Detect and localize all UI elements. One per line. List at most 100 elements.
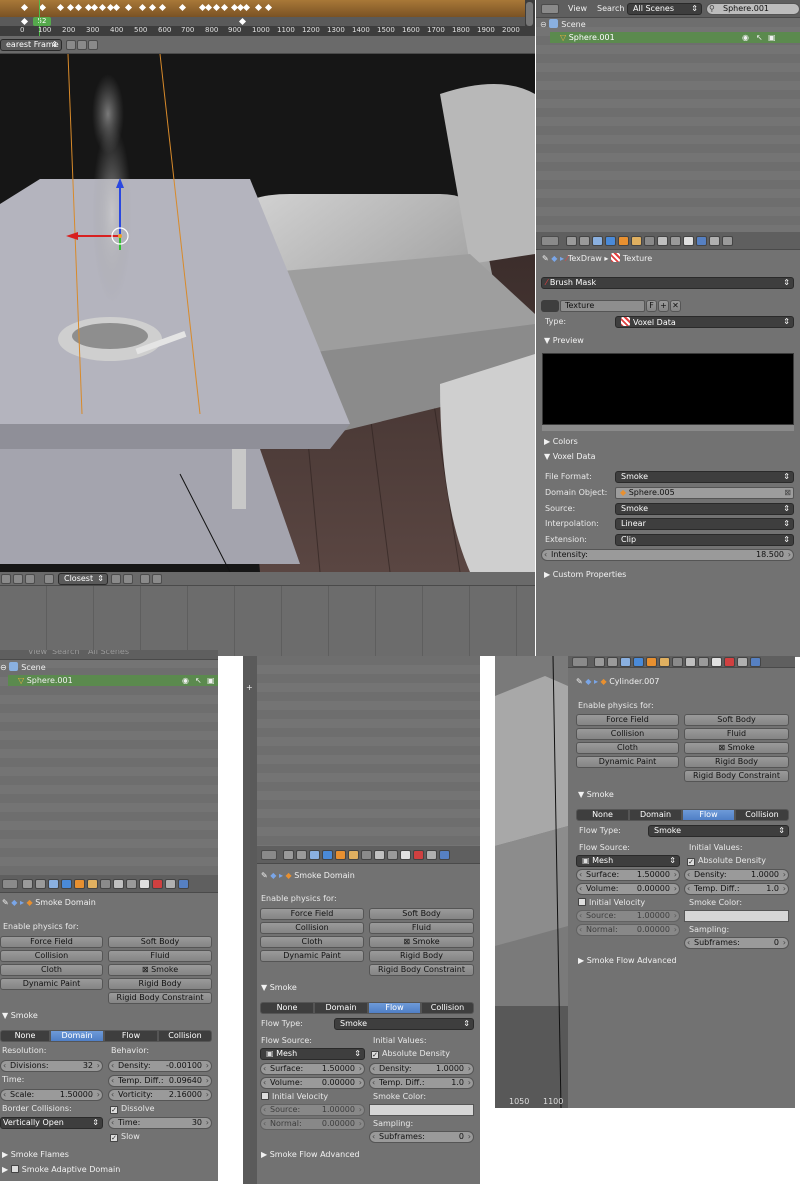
pivot-icon[interactable]	[44, 574, 54, 584]
texture-icon[interactable]	[413, 850, 424, 860]
timeline-scrollbar[interactable]	[526, 2, 533, 26]
cloth-button[interactable]: Cloth	[0, 964, 103, 976]
smoke-color-swatch[interactable]	[369, 1104, 474, 1116]
keyframe-icon[interactable]	[66, 40, 76, 50]
smoke-section-header[interactable]: ▼ Smoke	[2, 1010, 38, 1022]
render-icon[interactable]	[22, 879, 33, 889]
tree-scene-small[interactable]: ⊖ Scene	[0, 662, 46, 674]
type-dropdown[interactable]: Voxel Data ⇕	[615, 316, 794, 328]
preview-resize-handle[interactable]	[542, 425, 794, 431]
decrement-arrow[interactable]: ‹	[579, 884, 582, 894]
render-icon[interactable]	[566, 236, 577, 246]
flow-source-dropdown[interactable]: ▣ Mesh ⇕	[260, 1048, 365, 1060]
tree-row-selected[interactable]: ▽ Sphere.001 ◉ ↖ ▣	[550, 32, 800, 43]
texture-icon[interactable]	[152, 879, 163, 889]
material-icon[interactable]	[126, 879, 137, 889]
keyframe-diamond[interactable]	[178, 3, 187, 12]
data-icon[interactable]	[374, 850, 385, 860]
editor-type-icon[interactable]	[541, 236, 559, 246]
texture-icon[interactable]	[724, 657, 735, 667]
rigid-body-button[interactable]: Rigid Body	[108, 978, 212, 990]
constraint-icon[interactable]	[631, 236, 642, 246]
smoke-flow-advanced-header[interactable]: ▶ Smoke Flow Advanced	[261, 1149, 360, 1161]
increment-arrow[interactable]: ›	[359, 1078, 362, 1088]
cloth-button[interactable]: Cloth	[260, 936, 364, 948]
constraint-icon[interactable]	[348, 850, 359, 860]
editor-type-icon[interactable]	[261, 850, 277, 860]
decrement-arrow[interactable]: ‹	[3, 1061, 6, 1071]
voxel-section-header[interactable]: ▼ Voxel Data	[544, 451, 595, 463]
tab-flow[interactable]: Flow	[104, 1030, 158, 1042]
density-field[interactable]: ‹ Density: 1.0000 ›	[684, 869, 789, 881]
physics-icon[interactable]	[165, 879, 176, 889]
eye-icon[interactable]: ◉	[182, 675, 189, 686]
dynamic-paint-button[interactable]: Dynamic Paint	[260, 950, 364, 962]
source-dropdown[interactable]: Smoke ⇕	[615, 503, 794, 515]
surface-field[interactable]: ‹ Surface: 1.50000 ›	[576, 869, 680, 881]
decrement-arrow[interactable]: ‹	[263, 1064, 266, 1074]
editor-type-icon[interactable]	[2, 879, 18, 889]
smoke-flames-header[interactable]: ▶ Smoke Flames	[2, 1149, 69, 1161]
decrement-arrow[interactable]: ‹	[3, 1090, 6, 1100]
snap-icon[interactable]	[111, 574, 121, 584]
keyframe-diamond[interactable]	[20, 3, 29, 12]
render-icon[interactable]	[140, 574, 150, 584]
decrement-arrow[interactable]: ‹	[372, 1132, 375, 1142]
force-field-button[interactable]: Force Field	[576, 714, 679, 726]
pin-icon[interactable]: ✎	[261, 871, 270, 880]
decrement-arrow[interactable]: ‹	[111, 1090, 114, 1100]
keyframe-diamond[interactable]	[90, 3, 99, 12]
editor-type-icon[interactable]	[572, 657, 588, 667]
snap-mode-dropdown[interactable]: earest Frame ⇕	[0, 39, 62, 51]
time-field[interactable]: ‹ Time: 30 ›	[108, 1117, 212, 1129]
smoke-adaptive-header[interactable]: ▶ Smoke Adaptive Domain	[2, 1164, 120, 1176]
rigid-body-constraint-button[interactable]: Rigid Body Constraint	[108, 992, 212, 1004]
increment-arrow[interactable]: ›	[468, 1132, 471, 1142]
fluid-button[interactable]: Fluid	[108, 950, 212, 962]
keyframe-diamond[interactable]	[38, 3, 47, 12]
decrement-arrow[interactable]: ‹	[372, 1064, 375, 1074]
physics-active-icon[interactable]	[722, 236, 733, 246]
initial-velocity-checkbox[interactable]: Initial Velocity	[261, 1091, 328, 1103]
intensity-field[interactable]: ‹ Intensity: 18.500 ›	[541, 549, 794, 561]
dynamic-paint-button[interactable]: Dynamic Paint	[576, 756, 679, 768]
tab-flow[interactable]: Flow	[682, 809, 735, 821]
clear-icon[interactable]: ⊠	[784, 488, 791, 498]
brush-mask-dropdown[interactable]: ⁄ Brush Mask ⇕	[541, 277, 794, 289]
decrement-arrow[interactable]: ‹	[687, 884, 690, 894]
shading-dropdown[interactable]: Closest ⇕	[58, 573, 108, 585]
surface-field[interactable]: ‹ Surface: 1.50000 ›	[260, 1063, 365, 1075]
object-icon[interactable]	[335, 850, 346, 860]
absolute-density-checkbox[interactable]: ✓ Absolute Density	[687, 855, 766, 867]
physics-active-icon[interactable]	[178, 879, 189, 889]
decrement-arrow[interactable]: ‹	[111, 1076, 114, 1086]
tab-domain[interactable]: Domain	[629, 809, 682, 821]
constraint-icon[interactable]	[87, 879, 98, 889]
scene-icon[interactable]	[48, 879, 59, 889]
increment-arrow[interactable]: ›	[206, 1118, 209, 1128]
dynamic-paint-button[interactable]: Dynamic Paint	[0, 978, 103, 990]
increment-arrow[interactable]: ›	[97, 1090, 100, 1100]
globe-icon[interactable]	[25, 574, 35, 584]
keying-icon[interactable]	[88, 40, 98, 50]
unlink-texture-button[interactable]: ✕	[670, 300, 681, 312]
increment-arrow[interactable]: ›	[206, 1076, 209, 1086]
increment-arrow[interactable]: ›	[674, 870, 677, 880]
tab-collision[interactable]: Collision	[158, 1030, 212, 1042]
soft-body-button[interactable]: Soft Body	[369, 908, 474, 920]
increment-arrow[interactable]: ›	[783, 938, 786, 948]
increment-arrow[interactable]: ›	[97, 1061, 100, 1071]
pin-icon[interactable]: ✎	[576, 677, 585, 686]
layers-icon[interactable]	[35, 879, 46, 889]
force-field-button[interactable]: Force Field	[0, 936, 103, 948]
colors-section-header[interactable]: ▶ Colors	[544, 436, 578, 448]
soft-body-button[interactable]: Soft Body	[108, 936, 212, 948]
density-field[interactable]: ‹ Density: 1.0000 ›	[369, 1063, 474, 1075]
temp-diff-field[interactable]: ‹ Temp. Diff.: 1.0 ›	[369, 1077, 474, 1089]
world-icon[interactable]	[605, 236, 616, 246]
timeline-keyframe-strip[interactable]	[0, 0, 525, 17]
smoke-section-header[interactable]: ▼ Smoke	[261, 982, 297, 994]
tree-row-selected-small[interactable]: ▽ Sphere.001 ◉ ↖ ▣	[8, 675, 218, 686]
menu-search-small[interactable]: Search	[52, 650, 79, 658]
decrement-arrow[interactable]: ‹	[111, 1061, 114, 1071]
